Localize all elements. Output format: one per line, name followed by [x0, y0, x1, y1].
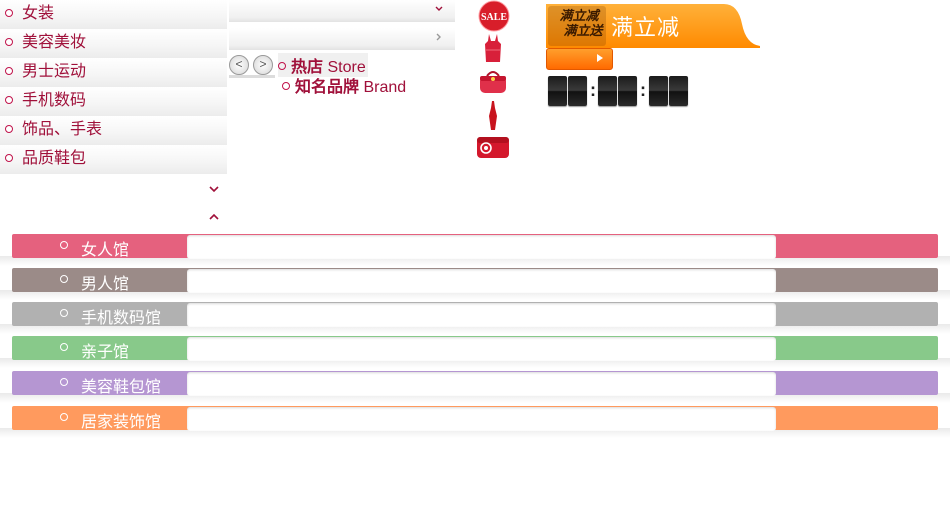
floor-label: 居家装饰馆 [81, 414, 162, 431]
submenu-row[interactable] [229, 28, 455, 50]
red-dress-icon[interactable] [475, 32, 511, 64]
category-item-womens-wear[interactable]: 女装 [0, 0, 227, 29]
countdown-digit [548, 76, 567, 106]
next-button[interactable]: > [253, 55, 273, 75]
category-menu: 女装 美容美妆 男士运动 手机数码 饰品、手表 品质鞋包 [0, 0, 227, 174]
floor-search-input[interactable] [187, 235, 776, 259]
floor-search-input[interactable] [187, 372, 776, 396]
triangle-right-icon [597, 54, 603, 62]
sale-tag-icon[interactable]: SALE [475, 0, 511, 32]
floor-phones: 手机数码馆 [0, 300, 950, 334]
svg-text:SALE: SALE [481, 12, 507, 23]
promo-title: 满立减 [611, 15, 681, 40]
red-gown-icon[interactable] [475, 100, 511, 132]
chevron-up-icon[interactable] [208, 211, 220, 223]
category-item-jewelry-watches[interactable]: 饰品、手表 [0, 116, 227, 145]
submenu-row[interactable] [229, 0, 455, 22]
floor-search-input[interactable] [187, 303, 776, 327]
bullet-icon [282, 82, 290, 90]
badge-line-1: 满立减 [559, 8, 599, 23]
countdown-digit [649, 76, 668, 106]
floor-mens: 男人馆 [0, 266, 950, 300]
bullet-icon [60, 343, 68, 351]
divider [229, 75, 275, 78]
bullet-icon [5, 96, 13, 104]
floor-label: 女人馆 [81, 242, 130, 259]
countdown-digit [669, 76, 688, 106]
bullet-icon [278, 62, 286, 70]
category-label: 女装 [22, 5, 55, 22]
red-handbag-icon[interactable] [475, 66, 511, 98]
bullet-icon [5, 67, 13, 75]
category-label: 男士运动 [22, 63, 87, 80]
countdown-digit [618, 76, 637, 106]
category-label: 手机数码 [22, 92, 87, 109]
chevron-down-icon[interactable] [208, 183, 220, 195]
promo-badge: 满立减 满立送 [555, 8, 603, 38]
brand-cn: 知名品牌 [295, 79, 360, 96]
red-clutch-icon[interactable] [475, 132, 511, 164]
bullet-icon [60, 413, 68, 421]
badge-line-2: 满立送 [563, 23, 603, 38]
category-item-phones[interactable]: 手机数码 [0, 87, 227, 116]
bullet-icon [5, 154, 13, 162]
brand-en: Brand [363, 79, 407, 96]
floor-label: 美容鞋包馆 [81, 379, 162, 396]
brand-link[interactable]: 知名品牌 Brand [282, 73, 406, 97]
countdown-digit [598, 76, 617, 106]
bullet-icon [5, 38, 13, 46]
floor-label: 手机数码馆 [81, 310, 162, 327]
countdown-separator: : [640, 80, 646, 100]
bullet-icon [5, 125, 13, 133]
floor-womens: 女人馆 [0, 232, 950, 266]
countdown-separator: : [590, 80, 596, 100]
bullet-icon [60, 378, 68, 386]
countdown-digit [568, 76, 587, 106]
bullet-icon [60, 275, 68, 283]
category-item-mens-sports[interactable]: 男士运动 [0, 58, 227, 87]
prev-button[interactable]: < [229, 55, 249, 75]
floor-search-input[interactable] [187, 337, 776, 361]
category-label: 美容美妆 [22, 34, 87, 51]
floor-search-input[interactable] [187, 407, 776, 431]
category-item-shoes-bags[interactable]: 品质鞋包 [0, 145, 227, 174]
bullet-icon [60, 241, 68, 249]
chevron-down-icon [435, 6, 443, 11]
category-label: 饰品、手表 [22, 121, 103, 138]
floor-home-deco: 居家装饰馆 [0, 404, 950, 438]
category-item-beauty[interactable]: 美容美妆 [0, 29, 227, 58]
bullet-icon [60, 309, 68, 317]
chevron-right-icon [436, 33, 441, 41]
floor-beauty-bags: 美容鞋包馆 [0, 369, 950, 403]
floor-search-input[interactable] [187, 269, 776, 293]
category-label: 品质鞋包 [22, 150, 87, 167]
bullet-icon [5, 9, 13, 17]
floor-kids: 亲子馆 [0, 334, 950, 368]
floor-label: 亲子馆 [81, 344, 130, 361]
floor-label: 男人馆 [81, 276, 130, 293]
